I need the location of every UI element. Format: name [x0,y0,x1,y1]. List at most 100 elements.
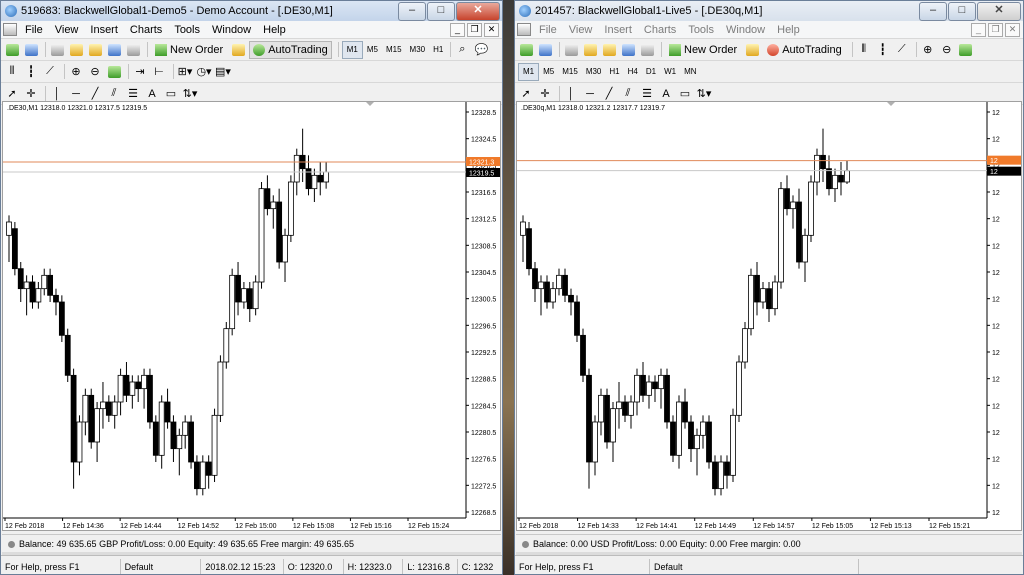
cursor-button[interactable]: ➚ [4,86,20,102]
price-chart[interactable]: .DE30q,M1 12318.0 12321.2 12317.7 12319.… [516,101,1022,531]
menu-window[interactable]: Window [720,24,771,36]
indicators-button[interactable]: ⊞▾ [177,64,193,80]
horizontal-line-button[interactable]: ─ [68,86,84,102]
timeframe-mn[interactable]: MN [680,64,700,80]
bar-chart-button[interactable]: ⫴ [856,42,872,58]
tile-windows-button[interactable] [106,64,122,80]
autotrading-button[interactable]: AutoTrading [763,41,846,59]
close-button[interactable]: ✕ [456,2,500,21]
vertical-line-button[interactable]: │ [563,86,579,102]
chart-shift-button[interactable]: ⊢ [151,64,167,80]
timeframe-m15[interactable]: M15 [558,64,582,80]
zoom-in-button[interactable]: ⊕ [920,42,936,58]
timeframe-h1[interactable]: H1 [605,64,623,80]
crosshair-button[interactable]: ✛ [537,86,553,102]
strategy-tester-button[interactable] [639,42,655,58]
menu-insert[interactable]: Insert [84,24,124,36]
navigator-button[interactable] [601,42,617,58]
autotrading-button[interactable]: AutoTrading [249,40,332,59]
menu-view[interactable]: View [49,24,85,36]
menu-charts[interactable]: Charts [638,24,682,36]
horizontal-line-button[interactable]: ─ [582,86,598,102]
minimize-button[interactable]: – [398,2,426,21]
periods-button[interactable]: ◷▾ [196,64,212,80]
menu-help[interactable]: Help [257,24,292,36]
navigator-button[interactable] [87,42,103,58]
mdi-minimize-button[interactable]: _ [450,23,465,37]
maximize-button[interactable]: □ [948,2,976,21]
minimize-button[interactable]: – [919,2,947,21]
mdi-restore-button[interactable]: ❐ [988,23,1003,37]
candlestick-chart[interactable]: 12 12 12 12 12 12 12 12 12 12 12 12 12 12 12 12 12 Feb 2… [517,102,1022,531]
chat-button[interactable]: 💬 [473,42,489,58]
terminal-button[interactable] [620,42,636,58]
arrows-button[interactable]: ⇅▾ [696,86,712,102]
bar-chart-button[interactable]: ⫴ [4,64,20,80]
fibonacci-button[interactable]: ☰ [125,86,141,102]
autoscroll-button[interactable]: ⇥ [132,64,148,80]
data-window-button[interactable] [582,42,598,58]
vertical-line-button[interactable]: │ [49,86,65,102]
market-watch-button[interactable] [49,42,65,58]
price-chart[interactable]: .DE30,M1 12318.0 12321.0 12317.5 12319.5… [2,101,501,531]
tile-windows-button[interactable] [958,42,974,58]
candlesticks-button[interactable]: ┇ [23,64,39,80]
menu-tools[interactable]: Tools [682,24,720,36]
chart-window-icon[interactable] [3,23,17,36]
timeframe-m1[interactable]: M1 [518,62,540,81]
chart-window-icon[interactable] [517,23,531,36]
channel-button[interactable]: ⫽ [106,86,122,102]
market-watch-button[interactable] [563,42,579,58]
zoom-in-button[interactable]: ⊕ [68,64,84,80]
timeframe-h1[interactable]: H1 [429,42,447,58]
metaeditor-button[interactable] [744,42,760,58]
timeframe-m15[interactable]: M15 [382,42,406,58]
profiles-button[interactable] [537,42,553,58]
timeframe-m30[interactable]: M30 [582,64,606,80]
menu-insert[interactable]: Insert [598,24,638,36]
cursor-button[interactable]: ➚ [518,86,534,102]
timeframe-m5[interactable]: M5 [363,42,382,58]
title-bar[interactable]: 519683: BlackwellGlobal1-Demo5 - Demo Ac… [1,1,502,21]
menu-tools[interactable]: Tools [168,24,206,36]
templates-button[interactable]: ▤▾ [215,64,231,80]
timeframe-w1[interactable]: W1 [660,64,680,80]
zoom-out-button[interactable]: ⊖ [939,42,955,58]
close-button[interactable]: ✕ [977,2,1021,21]
trendline-button[interactable]: ╱ [87,86,103,102]
fibonacci-button[interactable]: ☰ [639,86,655,102]
timeframe-h4[interactable]: H4 [624,64,642,80]
menu-window[interactable]: Window [206,24,257,36]
new-chart-button[interactable] [518,42,534,58]
data-window-button[interactable] [68,42,84,58]
profiles-button[interactable] [23,42,39,58]
search-button[interactable]: ⌕ [454,42,470,58]
trendline-button[interactable]: ╱ [601,86,617,102]
menu-view[interactable]: View [563,24,599,36]
channel-button[interactable]: ⫽ [620,86,636,102]
text-button[interactable]: A [658,86,674,102]
timeframe-m1[interactable]: M1 [341,40,363,59]
menu-file[interactable]: File [533,24,563,36]
title-bar[interactable]: 201457: BlackwellGlobal1-Live5 - [.DE30q… [515,1,1023,21]
timeframe-m30[interactable]: M30 [406,42,430,58]
label-button[interactable]: ▭ [677,86,693,102]
arrows-button[interactable]: ⇅▾ [182,86,198,102]
menu-help[interactable]: Help [771,24,806,36]
mdi-minimize-button[interactable]: _ [971,23,986,37]
candlesticks-button[interactable]: ┇ [875,42,891,58]
metaeditor-button[interactable] [230,42,246,58]
maximize-button[interactable]: □ [427,2,455,21]
text-button[interactable]: A [144,86,160,102]
crosshair-button[interactable]: ✛ [23,86,39,102]
mdi-close-button[interactable]: ✕ [1005,23,1020,37]
menu-file[interactable]: File [19,24,49,36]
zoom-out-button[interactable]: ⊖ [87,64,103,80]
strategy-tester-button[interactable] [125,42,141,58]
new-order-button[interactable]: New Order [665,41,741,59]
line-chart-button[interactable]: ⟋ [42,64,58,80]
mdi-close-button[interactable]: ✕ [484,23,499,37]
menu-charts[interactable]: Charts [124,24,168,36]
terminal-button[interactable] [106,42,122,58]
new-chart-button[interactable] [4,42,20,58]
